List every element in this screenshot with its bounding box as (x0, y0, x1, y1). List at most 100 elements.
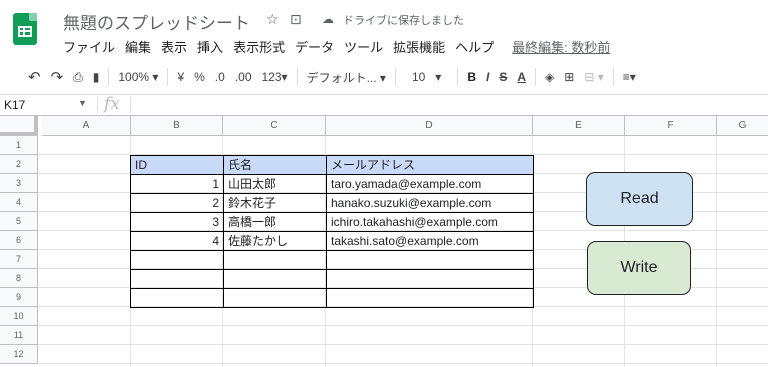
undo-icon[interactable]: ↶ (0, 68, 46, 86)
name-box[interactable]: K17 (4, 98, 25, 112)
column-header-a[interactable]: A (42, 116, 131, 136)
font-size-select[interactable]: 10 ▾ (400, 70, 453, 84)
zoom-select[interactable]: 100% ▾ (113, 70, 163, 84)
menu-tools[interactable]: ツール (344, 37, 383, 56)
percent-button[interactable]: % (189, 70, 210, 84)
decrease-decimal-button[interactable]: .0 (210, 70, 230, 84)
row-header[interactable]: 2 (0, 155, 38, 174)
sheets-logo[interactable] (13, 13, 37, 45)
row-header[interactable]: 9 (0, 288, 38, 307)
italic-button[interactable]: I (481, 70, 494, 84)
row-header[interactable]: 3 (0, 174, 38, 193)
cell-email[interactable] (327, 251, 534, 270)
menu-extensions[interactable]: 拡張機能 (393, 37, 445, 56)
last-edit-link[interactable]: 最終編集: 数秒前 (512, 37, 610, 56)
toolbar: ↶ ↷ ⎙ ▮ 100% ▾ ¥ % .0 .00 123▾ デフォルト... … (0, 63, 768, 91)
cell-name[interactable] (224, 289, 327, 308)
menu-file[interactable]: ファイル (63, 37, 115, 56)
strikethrough-button[interactable]: S (494, 70, 512, 84)
cloud-done-icon[interactable]: ☁ (322, 12, 334, 26)
data-table: ID 氏名 メールアドレス 1 山田太郎 taro.yamada@example… (130, 155, 534, 308)
bold-label: B (467, 70, 476, 84)
header-cell-email[interactable]: メールアドレス (327, 156, 534, 175)
font-select[interactable]: デフォルト... ▾ (302, 69, 391, 86)
increase-decimal-button[interactable]: .00 (230, 70, 257, 84)
column-header-c[interactable]: C (223, 116, 326, 136)
menu-insert[interactable]: 挿入 (197, 37, 223, 56)
cell-id[interactable]: 4 (131, 232, 224, 251)
toolbar-divider (612, 68, 614, 86)
table-row (131, 251, 534, 270)
fill-color-icon[interactable]: ◈ (540, 70, 559, 84)
cell-id[interactable] (131, 289, 224, 308)
redo-icon[interactable]: ↷ (46, 68, 69, 86)
write-button[interactable]: Write (587, 241, 691, 295)
toolbar-divider (394, 68, 396, 86)
cell-name[interactable] (224, 270, 327, 289)
merge-cells-icon[interactable]: ⊟ ▾ (579, 70, 608, 84)
cell-name[interactable]: 鈴木花子 (224, 194, 327, 213)
cell-name[interactable]: 高橋一郎 (224, 213, 327, 232)
header-cell-name[interactable]: 氏名 (224, 156, 327, 175)
column-header-g[interactable]: G (717, 116, 768, 136)
zoom-value: 100% (118, 70, 150, 84)
cell-email[interactable]: takashi.sato@example.com (327, 232, 534, 251)
menu-bar: ファイル 編集 表示 挿入 表示形式 データ ツール 拡張機能 ヘルプ 最終編集… (63, 37, 620, 56)
bold-button[interactable]: B (462, 70, 481, 84)
cell-id[interactable] (131, 251, 224, 270)
cell-name[interactable] (224, 251, 327, 270)
print-icon[interactable]: ⎙ (68, 70, 88, 85)
document-title[interactable]: 無題のスプレッドシート (63, 9, 250, 34)
cell-id[interactable] (131, 270, 224, 289)
menu-view[interactable]: 表示 (161, 37, 187, 56)
read-button[interactable]: Read (586, 172, 693, 226)
row-header[interactable]: 12 (0, 345, 38, 364)
formula-bar: K17 ▼ fx (0, 94, 768, 116)
cell-id[interactable]: 3 (131, 213, 224, 232)
star-icon[interactable]: ☆ (266, 11, 279, 28)
menu-help[interactable]: ヘルプ (455, 37, 494, 56)
menu-edit[interactable]: 編集 (125, 37, 151, 56)
font-size-value: 10 (411, 70, 426, 84)
cell-id[interactable]: 1 (131, 175, 224, 194)
cell-name[interactable]: 山田太郎 (224, 175, 327, 194)
column-header-e[interactable]: E (533, 116, 625, 136)
row-header[interactable]: 11 (0, 326, 38, 345)
paint-format-icon[interactable]: ▮ (88, 70, 105, 84)
cell-email[interactable]: taro.yamada@example.com (327, 175, 534, 194)
column-header-b[interactable]: B (131, 116, 223, 136)
menu-format[interactable]: 表示形式 (233, 37, 285, 56)
number-format-select[interactable]: 123▾ (257, 70, 293, 84)
borders-icon[interactable]: ⊞ (559, 70, 579, 84)
divider (97, 97, 98, 113)
row-header[interactable]: 5 (0, 212, 38, 231)
menu-data[interactable]: データ (295, 37, 334, 56)
currency-button[interactable]: ¥ (172, 70, 189, 84)
font-value: デフォルト... (306, 70, 377, 85)
row-header[interactable]: 6 (0, 231, 38, 250)
toolbar-divider (457, 68, 459, 86)
cell-email[interactable]: ichiro.takahashi@example.com (327, 213, 534, 232)
text-color-button[interactable]: A (512, 70, 531, 84)
cell-email[interactable] (327, 270, 534, 289)
row-header[interactable]: 7 (0, 250, 38, 269)
table-row (131, 289, 534, 308)
chevron-down-icon[interactable]: ▼ (78, 98, 87, 108)
folder-move-icon[interactable]: ⊡ (290, 11, 302, 28)
header-cell-id[interactable]: ID (131, 156, 224, 175)
row-header[interactable]: 10 (0, 307, 38, 326)
column-header-f[interactable]: F (625, 116, 717, 136)
cell-name[interactable]: 佐藤たかし (224, 232, 327, 251)
cell-id[interactable]: 2 (131, 194, 224, 213)
select-all-corner[interactable] (0, 116, 38, 136)
align-icon[interactable]: ≡▾ (618, 70, 641, 84)
table-row (131, 270, 534, 289)
table-row: 1 山田太郎 taro.yamada@example.com (131, 175, 534, 194)
cell-email[interactable]: hanako.suzuki@example.com (327, 194, 534, 213)
row-header[interactable]: 4 (0, 193, 38, 212)
row-header[interactable]: 1 (0, 136, 38, 155)
cell-email[interactable] (327, 289, 534, 308)
toolbar-divider (108, 68, 110, 86)
row-header[interactable]: 8 (0, 269, 38, 288)
column-header-d[interactable]: D (326, 116, 533, 136)
